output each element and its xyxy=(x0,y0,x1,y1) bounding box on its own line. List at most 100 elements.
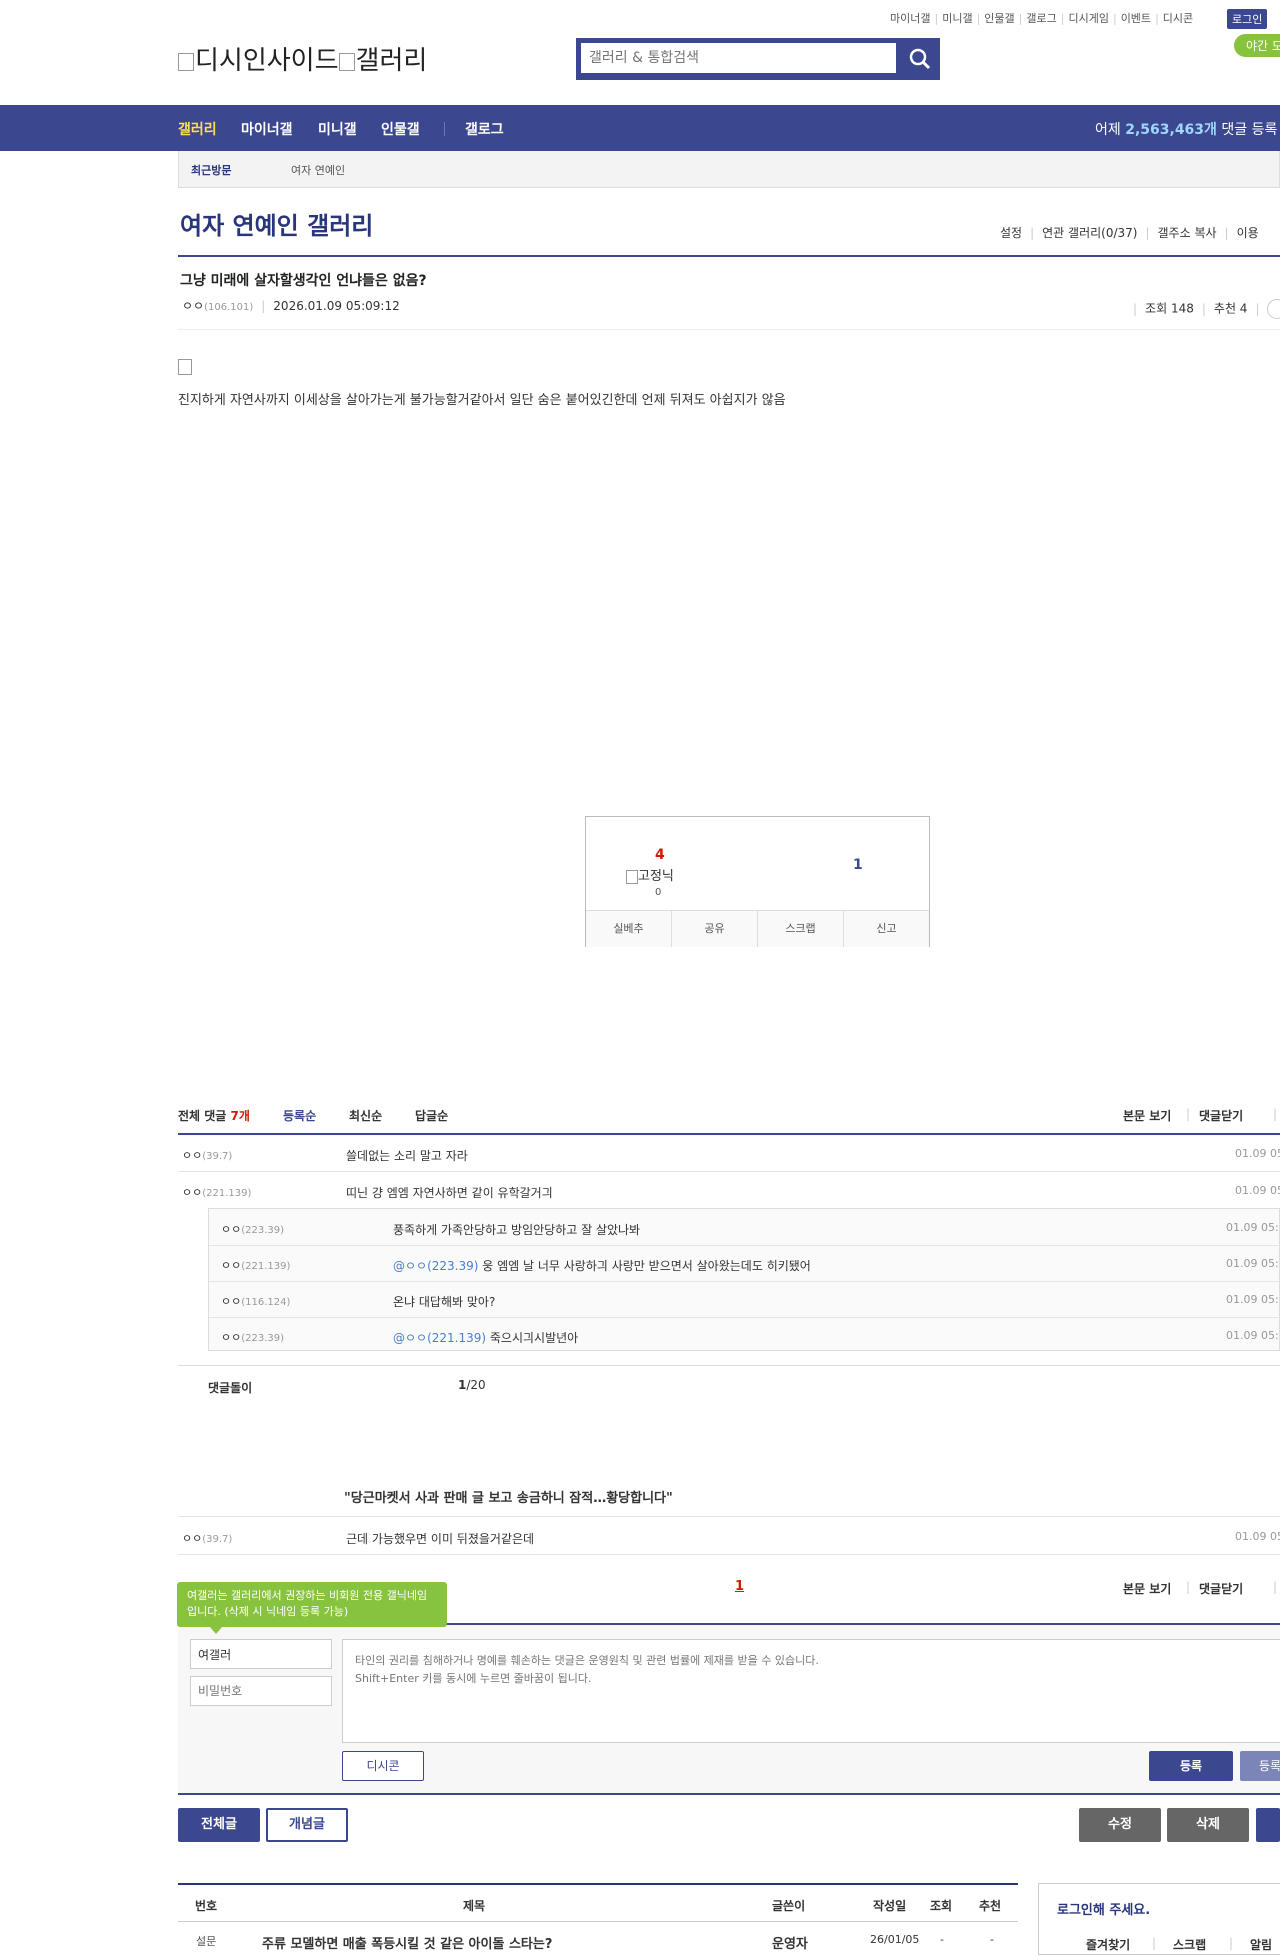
comment-bot-pager: 1/20 xyxy=(458,1378,486,1392)
usage-link[interactable]: 이용 xyxy=(1237,226,1259,240)
login-button[interactable]: 로그인 xyxy=(1227,9,1268,29)
reply-text: 풍족하게 가족안당하고 방임안당하고 잘 살았나봐 xyxy=(393,1223,641,1237)
downvote-count[interactable]: 1 xyxy=(853,857,863,873)
dccon-button[interactable]: 디시콘 xyxy=(342,1751,424,1781)
nickname-field[interactable] xyxy=(190,1639,332,1669)
view-body-link[interactable]: 본문 보기 xyxy=(1123,1580,1171,1597)
comment-nick[interactable]: ㅇㅇ(39.7) xyxy=(182,1530,232,1546)
comment-total: 전체 댓글 7개 xyxy=(178,1109,250,1123)
top-link-mini[interactable]: 미니갤 xyxy=(942,12,972,25)
best-recommend-button[interactable]: 실베추 xyxy=(586,911,672,947)
more-options-icon[interactable] xyxy=(1267,299,1280,319)
gallery-title[interactable]: 여자 연예인 갤러리 xyxy=(180,206,373,241)
search-bar xyxy=(576,38,940,80)
comment-page-number[interactable]: 1 xyxy=(735,1579,744,1594)
top-link-gallog[interactable]: 갤로그 xyxy=(1026,12,1056,25)
submit-button[interactable]: 등록 xyxy=(1149,1751,1233,1781)
post-list-row[interactable]: 설문 주류 모델하면 매출 폭등시킬 것 같은 아이돌 스타는? 운영자 26/… xyxy=(178,1921,1018,1955)
post-author[interactable]: ㅇㅇ xyxy=(182,299,204,313)
close-comments-link[interactable]: 댓글닫기 xyxy=(1199,1107,1243,1124)
search-input[interactable] xyxy=(581,43,896,73)
row-views: - xyxy=(940,1933,944,1946)
news-title[interactable]: "당근마켓서 사과 판매 글 보고 송금하니 잠적…황당합니다" xyxy=(344,1487,673,1506)
col-views: 조회 xyxy=(930,1899,953,1913)
related-gallery-link[interactable]: 연관 갤러리(0/37) xyxy=(1042,226,1137,240)
comment-nick[interactable]: ㅇㅇ(39.7) xyxy=(182,1147,232,1163)
login-prompt[interactable]: 로그인해 주세요. xyxy=(1057,1899,1150,1918)
settings-link[interactable]: 설정 xyxy=(1000,226,1022,240)
top-link-person[interactable]: 인물갤 xyxy=(984,12,1014,25)
row-recommend: - xyxy=(990,1933,994,1946)
night-mode-button[interactable]: 야간 모드 xyxy=(1234,34,1280,57)
reply-row: ㅇㅇ(223.39) 풍족하게 가족안당하고 방임안당하고 잘 살았나봐 01.… xyxy=(209,1209,1280,1246)
share-button[interactable]: 공유 xyxy=(672,911,758,947)
divider xyxy=(178,1516,1280,1517)
sort-latest[interactable]: 최신순 xyxy=(349,1107,382,1124)
sort-registered[interactable]: 등록순 xyxy=(283,1107,316,1124)
top-link-game[interactable]: 디시게임 xyxy=(1068,12,1108,25)
concept-posts-button[interactable]: 개념글 xyxy=(266,1808,348,1842)
edit-button[interactable]: 수정 xyxy=(1079,1808,1161,1842)
comment-text: 근데 가능했우면 이미 뒤졌을거같은데 xyxy=(346,1532,535,1546)
reply-nick[interactable]: ㅇㅇ(223.39) xyxy=(221,1329,284,1345)
comment-date: 01.09 05 xyxy=(1235,1530,1280,1543)
top-util-links: 마이너갤 | 미니갤 | 인물갤 | 갤로그 | 디시게임 | 이벤트 | 디시콘 xyxy=(890,12,1194,25)
close-comments-link[interactable]: 댓글닫기 xyxy=(1199,1580,1243,1597)
post-date: 2026.01.09 05:09:12 xyxy=(273,299,400,313)
report-button[interactable]: 신고 xyxy=(844,911,929,947)
nav-gallery[interactable]: 갤러리 xyxy=(178,119,217,139)
tooltip-tail xyxy=(210,1627,222,1634)
reply-nick[interactable]: ㅇㅇ(221.139) xyxy=(221,1257,290,1273)
write-button[interactable] xyxy=(1256,1808,1280,1842)
nav-person[interactable]: 인물갤 xyxy=(381,119,420,139)
all-posts-button[interactable]: 전체글 xyxy=(178,1808,260,1842)
nav-minor[interactable]: 마이너갤 xyxy=(241,119,293,139)
top-link-dccon[interactable]: 디시콘 xyxy=(1163,12,1193,25)
top-link-event[interactable]: 이벤트 xyxy=(1121,12,1151,25)
delete-button[interactable]: 삭제 xyxy=(1167,1808,1249,1842)
row-number: 설문 xyxy=(196,1935,217,1948)
view-body-link[interactable]: 본문 보기 xyxy=(1123,1107,1171,1124)
reply-mention[interactable]: @ㅇㅇ(223.39) xyxy=(393,1259,478,1273)
row-title[interactable]: 주류 모델하면 매출 폭등시킬 것 같은 아이돌 스타는? xyxy=(262,1933,552,1952)
sort-reply[interactable]: 답글순 xyxy=(415,1107,448,1124)
recent-item[interactable]: 여자 연예인 xyxy=(291,162,345,178)
post-stats: | 조회 148 | 추천 4 | xyxy=(1125,299,1280,319)
reply-row: ㅇㅇ(223.39) @ㅇㅇ(221.139) 죽으시긔시발년아 01.09 0… xyxy=(209,1317,1280,1353)
nav-mini[interactable]: 미니갤 xyxy=(318,119,357,139)
scrap-button[interactable]: 스크랩 xyxy=(758,911,844,947)
row-writer[interactable]: 운영자 xyxy=(772,1933,808,1952)
nav-gallog[interactable]: 갤로그 xyxy=(465,119,504,139)
site-logo[interactable]: 디시인사이드 갤러리 xyxy=(178,40,427,77)
comment-nick[interactable]: ㅇㅇ(221.139) xyxy=(182,1184,251,1200)
reply-date: 01.09 05:1 xyxy=(1226,1293,1280,1306)
post-body: 진지하게 자연사까지 이세상을 살아가는게 불가능할거같아서 일단 숨은 붙어있… xyxy=(178,393,786,408)
broken-image-icon xyxy=(178,52,194,71)
tab-scrap[interactable]: 스크랩 xyxy=(1173,1936,1206,1953)
tab-notifications[interactable]: 알림 xyxy=(1250,1936,1272,1953)
tab-bookmarks[interactable]: 즐겨찾기 xyxy=(1086,1936,1130,1953)
upvote-button[interactable]: 고정닉 xyxy=(626,865,674,884)
post-list-header: 번호 제목 글쓴이 작성일 조회 추천 xyxy=(178,1885,1018,1922)
top-link-minor[interactable]: 마이너갤 xyxy=(890,12,930,25)
comment-textarea[interactable] xyxy=(342,1639,1280,1743)
nickname-tooltip: 여갤러는 갤러리에서 권장하는 비회원 전용 갤닉네임입니다. (삭제 시 닉네… xyxy=(177,1582,447,1627)
gallery-links: 설정 | 연관 갤러리(0/37) | 갤주소 복사 | 이용 xyxy=(1000,226,1259,240)
logo-brand: 디시인사이드 xyxy=(195,46,339,76)
broken-image-icon xyxy=(626,869,638,884)
search-button[interactable] xyxy=(900,38,940,80)
logo-section: 갤러리 xyxy=(355,46,428,76)
col-title: 제목 xyxy=(463,1899,486,1913)
post-title: 그냥 미래에 살자할생각인 언냐들은 없음? xyxy=(180,273,427,289)
post-recommend: 추천 4 xyxy=(1213,301,1248,316)
submit-recommend-button[interactable]: 등록 xyxy=(1240,1751,1280,1781)
reply-row: ㅇㅇ(221.139) @ㅇㅇ(223.39) 웅 엠엠 날 너무 사랑하긔 사… xyxy=(209,1245,1280,1282)
reply-nick[interactable]: ㅇㅇ(223.39) xyxy=(221,1221,284,1237)
password-field[interactable] xyxy=(190,1676,332,1706)
copy-address-link[interactable]: 갤주소 복사 xyxy=(1158,226,1217,240)
post-meta: ㅇㅇ(106.101) | 2026.01.09 05:09:12 xyxy=(182,299,400,313)
reply-mention[interactable]: @ㅇㅇ(221.139) xyxy=(393,1331,486,1345)
comment-text: 쓸데없는 소리 말고 자라 xyxy=(346,1149,468,1163)
col-writer: 글쓴이 xyxy=(772,1899,806,1913)
reply-nick[interactable]: ㅇㅇ(116.124) xyxy=(221,1293,290,1309)
